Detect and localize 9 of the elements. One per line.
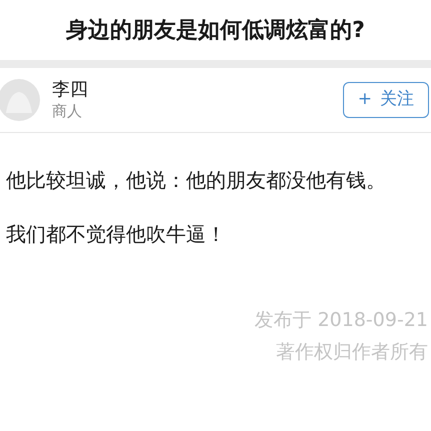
copyright-notice: 著作权归作者所有	[276, 340, 428, 364]
author-name[interactable]: 李四	[52, 79, 88, 102]
publish-date: 发布于 2018-09-21	[254, 308, 428, 332]
question-title: 身边的朋友是如何低调炫富的?	[66, 16, 365, 44]
answer-paragraph: 他比较坦诚，他说：他的朋友都没他有钱。	[6, 167, 387, 194]
author-headline: 商人	[52, 102, 83, 121]
answer-paragraph: 我们都不觉得他吹牛逼！	[6, 221, 227, 248]
follow-button[interactable]: + 关注	[342, 82, 429, 118]
avatar-icon	[0, 79, 40, 121]
